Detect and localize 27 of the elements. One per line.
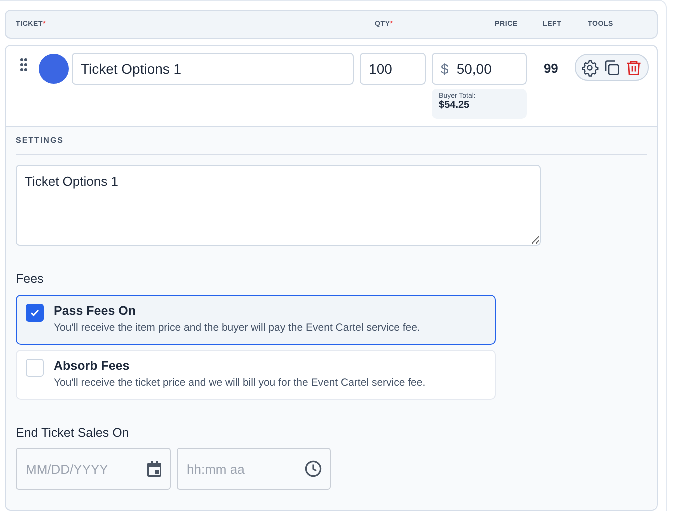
check-icon xyxy=(30,308,40,318)
time-field[interactable]: hh:mm aa xyxy=(177,448,331,490)
fee-option-card[interactable]: Absorb Fees You'll receive the ticket price and we will bill you for the Event Cartel service fee. xyxy=(16,350,496,400)
date-field[interactable]: MM/DD/YYYY xyxy=(16,448,171,490)
drag-handle-icon[interactable] xyxy=(20,58,28,72)
fee-option-description: You'll receive the item price and the buyer will pay the Event Cartel service fee. xyxy=(54,322,420,334)
color-swatch[interactable] xyxy=(38,54,69,84)
description-textarea[interactable]: Ticket Options 1 xyxy=(16,165,541,246)
fee-option-title: Pass Fees On xyxy=(54,304,137,318)
copy-icon[interactable] xyxy=(603,58,621,76)
ticket-name-input[interactable]: Ticket Options 1 xyxy=(72,53,354,85)
fees-label: Fees xyxy=(16,272,45,286)
fee-option-title: Absorb Fees xyxy=(54,359,131,373)
checkbox[interactable] xyxy=(26,359,44,377)
clock-icon[interactable] xyxy=(305,460,322,478)
buyer-total-value: $54.25 xyxy=(439,100,471,111)
quantity-input[interactable]: 100 xyxy=(360,53,426,85)
checkbox[interactable] xyxy=(26,304,44,322)
end-sales-label: End Ticket Sales On xyxy=(16,426,130,440)
fee-option-card[interactable]: Pass Fees On You'll receive the item price and the buyer will pay the Event Cartel service fee. xyxy=(16,295,496,345)
fee-option-description: You'll receive the ticket price and we will bill you for the Event Cartel service fee. xyxy=(54,377,426,389)
tickets-left: 99 xyxy=(542,61,560,76)
price-input[interactable]: $ 50,00 xyxy=(432,53,528,85)
calendar-icon[interactable] xyxy=(147,461,162,477)
section-heading: SETTINGS xyxy=(16,136,647,155)
trash-icon[interactable] xyxy=(625,58,643,76)
settings-icon[interactable] xyxy=(581,58,599,76)
